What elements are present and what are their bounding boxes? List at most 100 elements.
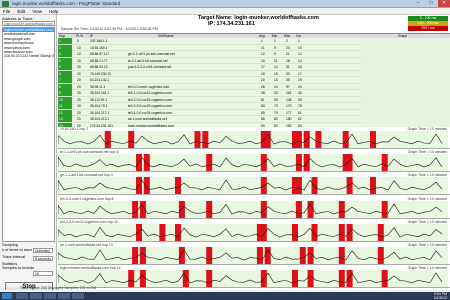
cell-hop: 7 <box>59 78 61 82</box>
cell-dns: te-2-1-ar01.bb.comcast.net <box>128 58 168 63</box>
cell-hop: 1 <box>59 39 61 43</box>
packet-loss-mark <box>346 270 353 288</box>
cell-avg: 38 <box>261 91 265 95</box>
hop-chart[interactable]: ge-1-1-ar01.bb.comcast.net hop 4 Graph Ti… <box>58 173 450 196</box>
latency-chart <box>58 131 448 148</box>
cell-avg: 12 <box>261 52 265 56</box>
menu-help[interactable]: Help <box>46 8 61 15</box>
cell-ip: 68.86.93.13 <box>90 65 108 69</box>
menu-file[interactable]: File <box>0 8 13 15</box>
packet-loss-mark <box>307 200 314 218</box>
cell-dns: te0-1-0-0.ccr21.cogentco.com <box>128 91 172 95</box>
menu-edit[interactable]: Edit <box>14 8 28 15</box>
cell-pl: 20 <box>77 91 81 95</box>
packet-loss-mark <box>292 270 298 288</box>
hop-chart[interactable]: te0-0-0-core1.cogentco.com hop 8 Graph Ti… <box>58 197 450 219</box>
sampling-label: Sampling <box>2 243 18 247</box>
left-panel: Address to Trace: login.munker.worldofft… <box>0 15 57 292</box>
cell-max: 28 <box>286 58 290 63</box>
window-title: login.munker.worldofftasks.com - PingPlo… <box>12 1 121 6</box>
cell-cur: 35 <box>298 91 302 95</box>
cell-cur: 24 <box>298 84 302 89</box>
cell-dns: te0-2-0-0.ccr22.cogentco.com <box>128 97 172 102</box>
cell-cur: 78 <box>298 104 302 108</box>
packet-loss-mark <box>104 131 111 148</box>
hop-chart[interactable]: 10.54.160.1 hop 2 Graph Time = 10 minutes <box>58 127 450 149</box>
cell-max: 33 <box>286 71 290 76</box>
cell-dns: pos-0-0-0-0-cr01.comcast.net <box>128 65 172 69</box>
packet-loss-mark <box>132 247 139 264</box>
cell-avg: 18 <box>261 71 265 76</box>
cell-avg: 61 <box>261 97 265 102</box>
packet-loss-mark <box>381 270 388 288</box>
cell-cur: 81 <box>298 110 302 115</box>
cell-ip: 38.104.217.1 <box>90 110 110 115</box>
taskbar-app[interactable] <box>44 293 56 299</box>
clock-date: 1/2/2012 <box>433 296 447 300</box>
cell-pl: 20 <box>77 65 81 69</box>
hop-chart[interactable]: te0-2-0-0.ccr22.cogentco.com hop 10 Graph… <box>58 220 450 242</box>
packet-loss-mark <box>206 154 213 172</box>
taskbar-app[interactable] <box>72 293 84 299</box>
interval-select[interactable]: 5 seconds <box>33 256 53 261</box>
cell-cur: 12 <box>298 52 302 56</box>
cell-hop: 12 <box>59 110 63 115</box>
packet-loss-mark <box>307 270 314 288</box>
latency-chart <box>58 200 448 218</box>
cell-pl: 10 <box>77 52 81 56</box>
taskbar-app[interactable] <box>30 293 42 299</box>
packet-loss-mark <box>338 247 345 264</box>
cell-max: 148 <box>286 97 292 102</box>
cell-cur: 19 <box>298 78 302 82</box>
packet-loss-mark <box>264 247 271 264</box>
target-input[interactable]: login.munker.worldofftasks.com <box>2 21 55 26</box>
cell-min: 80 <box>274 117 278 121</box>
packet-loss-mark <box>315 131 322 148</box>
packet-loss-mark <box>370 177 376 195</box>
minimize-button[interactable]: – <box>412 0 424 7</box>
latency-chart <box>58 223 448 241</box>
cell-pl: 20 <box>77 117 81 121</box>
packet-loss-mark <box>295 200 302 218</box>
cell-avg: 15 <box>261 58 265 63</box>
cell-cur: 16 <box>298 65 302 69</box>
menu-view[interactable]: View <box>29 8 45 15</box>
cell-max: 170 <box>286 104 292 108</box>
cell-max: 24 <box>286 45 290 50</box>
cell-cur: 82 <box>298 117 302 121</box>
clock: 5:54 PM 1/2/2012 <box>433 292 447 300</box>
cell-min: 1 <box>274 39 276 43</box>
cell-avg: 88 <box>261 117 265 121</box>
packet-loss-mark <box>260 223 267 241</box>
packet-loss-mark <box>342 131 349 148</box>
cell-ip: 192.168.1.1 <box>90 39 108 43</box>
list-item[interactable]: 216.90.210.222 Nextel Startup IP <box>3 54 54 58</box>
taskbar-app[interactable] <box>58 293 70 299</box>
packet-loss-mark <box>128 270 135 288</box>
cell-ip: 10.54.160.1 <box>90 45 108 50</box>
cell-cur: 1 <box>298 39 300 43</box>
samples-input[interactable]: 10 <box>33 271 53 276</box>
packet-loss-mark <box>194 131 201 148</box>
taskbar-app[interactable] <box>16 293 28 299</box>
cell-dns: ae-1.core.worldoftasks.net <box>128 117 167 121</box>
trace-count-select[interactable]: Unlimited <box>33 248 53 253</box>
app-icon <box>2 1 9 7</box>
start-button[interactable] <box>2 293 12 299</box>
hop-chart[interactable]: te-1-1-ur01.ph.sub.comcast.net hop 3 Grap… <box>58 150 450 173</box>
close-button[interactable]: ✕ <box>438 0 450 7</box>
latency-chart <box>58 177 448 195</box>
packet-loss-mark <box>175 223 181 241</box>
packet-loss-mark <box>377 247 384 264</box>
cell-min: 15 <box>274 71 278 76</box>
packet-loss-mark <box>260 177 267 195</box>
chart-background <box>58 200 448 218</box>
hop-chart[interactable]: login-munker.worldofftasks.com hop 14 Gra… <box>58 266 450 289</box>
cell-dns: ge-2-1-ur01.ph.sub.comcast.net <box>128 52 175 56</box>
cell-cur: 17 <box>298 71 302 76</box>
address-list[interactable]: login.munker.worldofftasks.com worldofwa… <box>2 27 55 242</box>
packet-loss-mark <box>295 131 302 148</box>
cell-dns: te0-0-0-core1.cogentco.com <box>128 84 170 89</box>
hop-chart[interactable]: ae-1.core.worldoftasks.net hop 13 Graph T… <box>58 243 450 265</box>
maximize-button[interactable]: □ <box>425 0 437 7</box>
